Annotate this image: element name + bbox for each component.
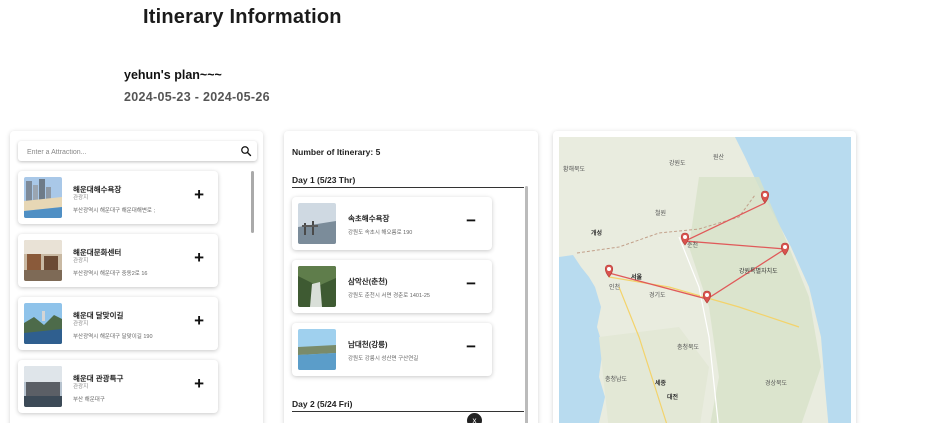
attraction-list-scrollbar[interactable] bbox=[251, 171, 254, 233]
itinerary-item-address: 강원도 속초시 해오름로 190 bbox=[348, 230, 413, 236]
attraction-category: 관광지 bbox=[73, 384, 89, 390]
add-attraction-button[interactable]: + bbox=[194, 247, 204, 269]
itinerary-item[interactable]: 남대천(강릉) 강원도 강릉시 성산면 구산연길 − bbox=[292, 323, 492, 376]
map-label: 강원특별자치도 bbox=[739, 267, 778, 275]
attraction-card[interactable]: 해운대문화센터 관광지 부산광역시 해운대구 중동2로 16 + bbox=[18, 234, 218, 287]
map-panel: 황해북도 강원도 원산 개성 철원 인천 서울 춘천 강원특별자치도 경기도 충… bbox=[553, 131, 856, 423]
map-label: 황해북도 bbox=[563, 165, 586, 173]
plan-dates: 2024-05-23 - 2024-05-26 bbox=[124, 90, 270, 104]
map-label: 경상북도 bbox=[765, 379, 788, 387]
search-icon[interactable] bbox=[240, 145, 252, 157]
attraction-thumbnail bbox=[24, 366, 62, 407]
attraction-thumbnail bbox=[24, 303, 62, 344]
attraction-thumbnail bbox=[24, 177, 62, 218]
map-label: 춘천 bbox=[687, 241, 698, 249]
itinerary-count: Number of Itinerary: 5 bbox=[292, 147, 381, 157]
map-label: 경기도 bbox=[649, 291, 666, 299]
page-title: Itinerary Information bbox=[143, 6, 342, 28]
attraction-card[interactable]: 해운대 관광특구 관광지 부산 해운대구 + bbox=[18, 360, 218, 413]
attraction-category: 관광지 bbox=[73, 321, 89, 327]
itinerary-item-address: 강원도 강릉시 성산면 구산연길 bbox=[348, 356, 419, 362]
itinerary-item-name: 삼악산(춘천) bbox=[348, 277, 388, 286]
remove-itinerary-button[interactable]: − bbox=[466, 211, 476, 231]
map-label: 철원 bbox=[655, 209, 666, 217]
map-label: 원산 bbox=[713, 153, 725, 161]
itinerary-thumbnail bbox=[298, 266, 336, 307]
add-attraction-button[interactable]: + bbox=[194, 310, 204, 332]
map-label: 강원도 bbox=[669, 159, 686, 167]
add-attraction-button[interactable]: + bbox=[194, 373, 204, 395]
attraction-category: 관광지 bbox=[73, 258, 89, 264]
add-attraction-button[interactable]: + bbox=[194, 184, 204, 206]
map-label: 세종 bbox=[655, 379, 667, 387]
day-2-header: Day 2 (5/24 Fri) bbox=[292, 399, 524, 412]
attraction-card[interactable]: 해운대해수욕장 관광지 부산광역시 해운대구 해운대해변로 ; + bbox=[18, 171, 218, 224]
itinerary-thumbnail bbox=[298, 329, 336, 370]
map-label: 충청남도 bbox=[605, 375, 628, 383]
plan-name: yehun's plan~~~ bbox=[124, 68, 222, 82]
itinerary-item[interactable]: 속초해수욕장 강원도 속초시 해오름로 190 − bbox=[292, 197, 492, 250]
map[interactable]: 황해북도 강원도 원산 개성 철원 인천 서울 춘천 강원특별자치도 경기도 충… bbox=[559, 137, 851, 423]
itinerary-panel: Number of Itinerary: 5 Day 1 (5/23 Thr) … bbox=[284, 131, 538, 423]
map-label: 충청북도 bbox=[677, 343, 700, 351]
close-icon[interactable]: x bbox=[467, 413, 482, 423]
map-label: 개성 bbox=[591, 229, 602, 237]
itinerary-item-name: 속초해수욕장 bbox=[348, 214, 390, 223]
attraction-thumbnail bbox=[24, 240, 62, 281]
attraction-address: 부산광역시 해운대구 중동2로 16 bbox=[73, 271, 148, 277]
map-label: 인천 bbox=[609, 283, 620, 291]
attraction-address: 부산광역시 해운대구 해운대해변로 ; bbox=[73, 208, 156, 214]
search-input[interactable] bbox=[18, 142, 228, 163]
attraction-category: 관광지 bbox=[73, 195, 89, 201]
attraction-card[interactable]: 해운대 달맞이길 관광지 부산광역시 해운대구 달맞이길 190 + bbox=[18, 297, 218, 350]
remove-itinerary-button[interactable]: − bbox=[466, 337, 476, 357]
map-label: 서울 bbox=[631, 273, 643, 281]
attraction-address: 부산 해운대구 bbox=[73, 397, 105, 403]
day-1-header: Day 1 (5/23 Thr) bbox=[292, 175, 524, 188]
attraction-address: 부산광역시 해운대구 달맞이길 190 bbox=[73, 334, 153, 340]
itinerary-item[interactable]: 삼악산(춘천) 강원도 춘천시 서면 경춘로 1401-25 − bbox=[292, 260, 492, 313]
itinerary-thumbnail bbox=[298, 203, 336, 244]
search-box bbox=[18, 141, 257, 163]
itinerary-item-name: 남대천(강릉) bbox=[348, 340, 388, 349]
itinerary-scrollbar[interactable] bbox=[525, 186, 528, 423]
remove-itinerary-button[interactable]: − bbox=[466, 274, 476, 294]
attraction-search-panel: 해운대해수욕장 관광지 부산광역시 해운대구 해운대해변로 ; + 해운대문화센… bbox=[10, 131, 263, 423]
map-label: 대전 bbox=[667, 393, 679, 401]
itinerary-item-address: 강원도 춘천시 서면 경춘로 1401-25 bbox=[348, 293, 430, 299]
